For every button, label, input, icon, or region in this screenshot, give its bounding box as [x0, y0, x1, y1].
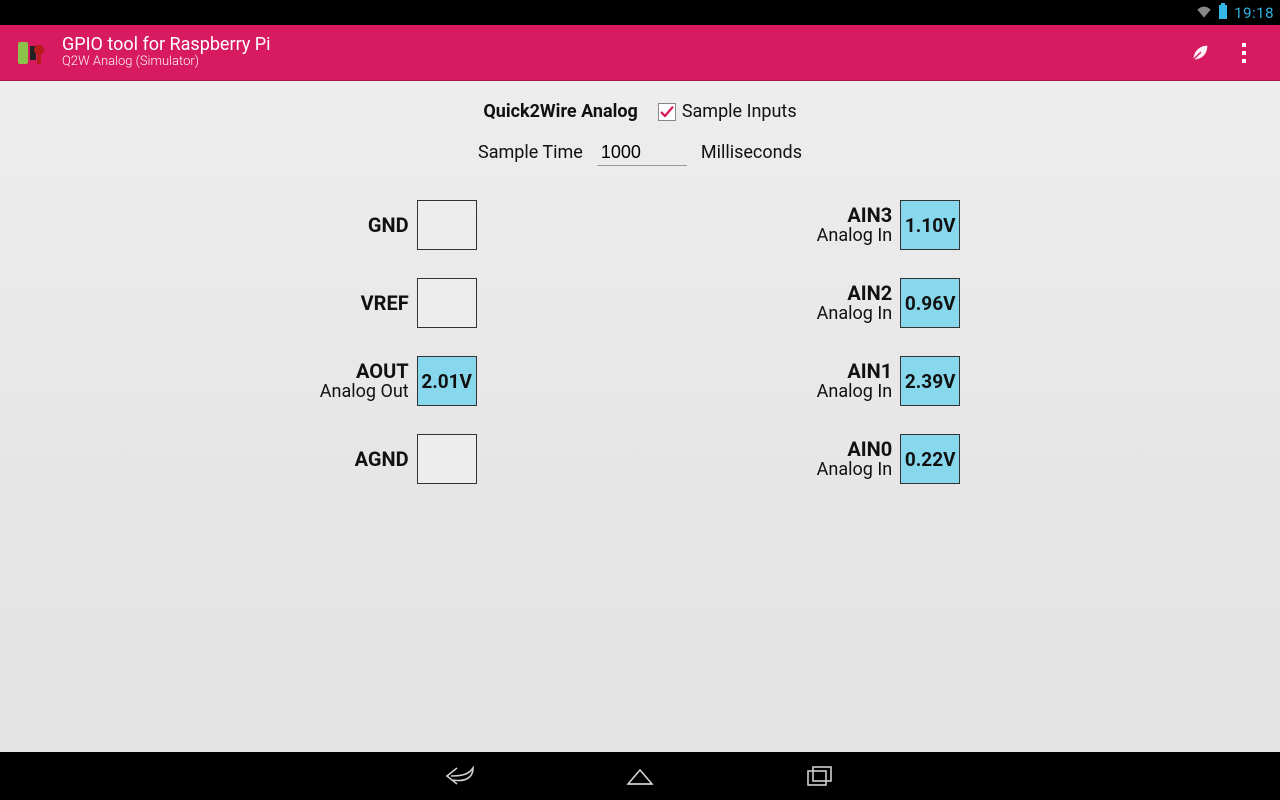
pin-value-box[interactable]: 0.22V	[900, 434, 960, 484]
left-pin-column: GNDVREFAOUTAnalog Out2.01VAGND	[320, 200, 477, 484]
app-icon[interactable]	[14, 36, 48, 70]
pin-subtitle: Analog In	[817, 460, 893, 480]
pin-row-ain0: AIN0Analog In0.22V	[817, 434, 961, 484]
pin-subtitle: Analog In	[817, 304, 893, 324]
app-bar: GPIO tool for Raspberry Pi Q2W Analog (S…	[0, 25, 1280, 81]
pin-subtitle: Analog Out	[320, 382, 409, 402]
pin-subtitle: Analog In	[817, 382, 893, 402]
pin-labels: AGND	[355, 448, 409, 470]
pin-labels: AIN2Analog In	[817, 282, 893, 324]
right-pin-column: AIN3Analog In1.10VAIN2Analog In0.96VAIN1…	[817, 200, 961, 484]
nav-home-icon[interactable]	[620, 756, 660, 796]
pin-labels: AOUTAnalog Out	[320, 360, 409, 402]
pin-name: VREF	[361, 292, 409, 314]
nav-recents-icon[interactable]	[800, 756, 840, 796]
app-subtitle: Q2W Analog (Simulator)	[62, 55, 271, 70]
pin-labels: GND	[368, 214, 409, 236]
sample-time-row: Sample Time Milliseconds	[0, 140, 1280, 166]
pin-value-box[interactable]: 2.01V	[417, 356, 477, 406]
pin-value-box[interactable]: 1.10V	[900, 200, 960, 250]
header-row: Quick2Wire Analog Sample Inputs	[0, 101, 1280, 122]
pin-name: AIN1	[847, 360, 892, 382]
pin-value-box[interactable]: 2.39V	[900, 356, 960, 406]
pin-row-ain2: AIN2Analog In0.96V	[817, 278, 961, 328]
sample-inputs-checkbox[interactable]: Sample Inputs	[658, 101, 797, 122]
pin-labels: VREF	[361, 292, 409, 314]
pin-name: AIN0	[847, 438, 892, 460]
pin-labels: AIN1Analog In	[817, 360, 893, 402]
pin-row-ain3: AIN3Analog In1.10V	[817, 200, 961, 250]
pin-subtitle: Analog In	[817, 226, 893, 246]
sample-time-input[interactable]	[597, 140, 687, 166]
wifi-icon	[1196, 4, 1212, 22]
app-title: GPIO tool for Raspberry Pi	[62, 35, 271, 56]
pins-area: GNDVREFAOUTAnalog Out2.01VAGND AIN3Analo…	[0, 200, 1280, 484]
pin-name: AIN2	[847, 282, 892, 304]
sample-time-unit: Milliseconds	[701, 142, 802, 163]
pin-value-box[interactable]	[417, 434, 477, 484]
nav-back-icon[interactable]	[440, 756, 480, 796]
pin-row-vref: VREF	[320, 278, 477, 328]
checkbox-icon	[658, 103, 676, 121]
pin-row-ain1: AIN1Analog In2.39V	[817, 356, 961, 406]
pin-row-gnd: GND	[320, 200, 477, 250]
pin-labels: AIN3Analog In	[817, 204, 893, 246]
pin-name: AGND	[355, 448, 409, 470]
pin-row-aout: AOUTAnalog Out2.01V	[320, 356, 477, 406]
sample-time-label: Sample Time	[478, 142, 583, 163]
battery-icon	[1218, 3, 1228, 23]
action-leaf-icon[interactable]	[1178, 31, 1222, 75]
status-clock: 19:18	[1234, 4, 1274, 22]
pin-value-box[interactable]	[417, 200, 477, 250]
status-bar: 19:18	[0, 0, 1280, 25]
nav-bar	[0, 752, 1280, 800]
pin-value-box[interactable]: 0.96V	[900, 278, 960, 328]
pin-labels: AIN0Analog In	[817, 438, 893, 480]
pin-value-box[interactable]	[417, 278, 477, 328]
pin-name: AOUT	[356, 360, 409, 382]
overflow-menu-icon[interactable]	[1222, 31, 1266, 75]
pin-name: GND	[368, 214, 409, 236]
checkbox-label: Sample Inputs	[682, 101, 797, 122]
content-title: Quick2Wire Analog	[483, 101, 637, 122]
pin-name: AIN3	[847, 204, 892, 226]
pin-row-agnd: AGND	[320, 434, 477, 484]
main-content: Quick2Wire Analog Sample Inputs Sample T…	[0, 81, 1280, 752]
